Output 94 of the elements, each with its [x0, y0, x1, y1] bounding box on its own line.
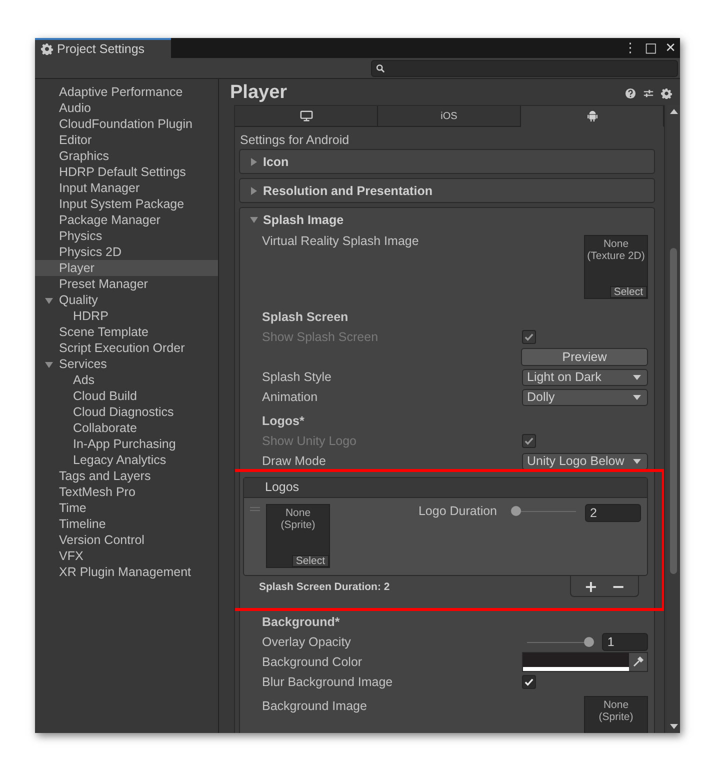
- expand-arrow-icon[interactable]: [45, 297, 53, 305]
- field-label: Logo Duration: [418, 504, 497, 519]
- sidebar-item[interactable]: Tags and Layers: [35, 468, 218, 484]
- sidebar-item[interactable]: Physics 2D: [35, 244, 218, 260]
- caret-icon: [633, 458, 641, 464]
- field-label: Background Color: [262, 654, 362, 671]
- sidebar-item[interactable]: Input System Package: [35, 196, 218, 212]
- sprite-slot[interactable]: None (Sprite) Select: [266, 504, 330, 568]
- expand-arrow-icon: [250, 216, 258, 224]
- duration-label: Splash Screen Duration: 2: [259, 580, 390, 595]
- scroll-up-icon[interactable]: [670, 109, 678, 114]
- monitor-icon: [300, 110, 312, 122]
- sidebar-item[interactable]: Player: [35, 260, 218, 276]
- platform-tab[interactable]: [235, 106, 378, 127]
- page-title: Player: [230, 82, 288, 104]
- expand-arrow-icon: [250, 186, 258, 194]
- sidebar-item[interactable]: Graphics: [35, 148, 218, 164]
- field-label: Virtual Reality Splash Image: [262, 233, 419, 250]
- dropdown[interactable]: Unity Logo Below: [522, 452, 648, 470]
- android-icon: [586, 110, 598, 122]
- help-icon[interactable]: [625, 88, 636, 98]
- slider-thumb[interactable]: [511, 506, 521, 516]
- sidebar-item[interactable]: Adaptive Performance: [35, 84, 218, 100]
- expand-arrow-icon[interactable]: [45, 361, 53, 369]
- list-header: Logos: [244, 478, 647, 498]
- sidebar-item[interactable]: Physics: [35, 228, 218, 244]
- sliders-icon[interactable]: [643, 88, 654, 98]
- sidebar-item[interactable]: Input Manager: [35, 180, 218, 196]
- platform-tab[interactable]: iOS: [378, 106, 521, 127]
- sidebar-item[interactable]: CloudFoundation Plugin: [35, 116, 218, 132]
- section-header[interactable]: Resolution and Presentation: [240, 179, 654, 202]
- group-heading: Logos*: [262, 413, 304, 430]
- number-field[interactable]: 2: [585, 504, 641, 522]
- sidebar-item[interactable]: Cloud Diagnostics: [35, 404, 218, 420]
- sidebar-item[interactable]: Package Manager: [35, 212, 218, 228]
- caret-icon: [633, 374, 641, 380]
- group-heading: Splash Screen: [262, 309, 348, 326]
- sidebar-item[interactable]: Timeline: [35, 516, 218, 532]
- window-title: Project Settings: [57, 42, 145, 56]
- sidebar-item[interactable]: XR Plugin Management: [35, 564, 218, 580]
- settings-icon[interactable]: [661, 88, 672, 98]
- sidebar-item[interactable]: In-App Purchasing: [35, 436, 218, 452]
- texture-slot[interactable]: None (Texture 2D) Select: [584, 235, 648, 299]
- field-label: Animation: [262, 389, 318, 406]
- select-button[interactable]: Select: [610, 286, 647, 298]
- select-button[interactable]: Select: [292, 555, 329, 567]
- slider-thumb[interactable]: [584, 636, 594, 646]
- scrollbar[interactable]: [667, 105, 680, 733]
- sidebar-item[interactable]: Ads: [35, 372, 218, 388]
- sidebar-item[interactable]: Scene Template: [35, 324, 218, 340]
- sidebar-item[interactable]: TextMesh Pro: [35, 484, 218, 500]
- window-tab[interactable]: Project Settings: [35, 38, 171, 58]
- sidebar-item[interactable]: Quality: [35, 292, 218, 308]
- field-label: Splash Style: [262, 369, 332, 386]
- color-field[interactable]: [522, 652, 648, 672]
- sidebar-item[interactable]: HDRP Default Settings: [35, 164, 218, 180]
- sidebar-item[interactable]: Version Control: [35, 532, 218, 548]
- checkbox[interactable]: [522, 675, 536, 689]
- search-field[interactable]: [371, 60, 678, 76]
- sidebar-item[interactable]: Legacy Analytics: [35, 452, 218, 468]
- sprite-slot[interactable]: None (Sprite): [584, 696, 648, 733]
- field-label: Background Image: [262, 698, 367, 715]
- sidebar-item[interactable]: Cloud Build: [35, 388, 218, 404]
- sidebar-item[interactable]: VFX: [35, 548, 218, 564]
- settings-heading: Settings for Android: [239, 132, 350, 149]
- dropdown[interactable]: Dolly: [522, 388, 648, 406]
- sidebar-item[interactable]: Services: [35, 356, 218, 372]
- eyedropper-icon[interactable]: [629, 653, 647, 671]
- sidebar-item[interactable]: Preset Manager: [35, 276, 218, 292]
- sidebar-item[interactable]: Script Execution Order: [35, 340, 218, 356]
- settings-icon: [41, 43, 53, 55]
- group-heading: Background*: [262, 614, 340, 631]
- field-label: Overlay Opacity: [262, 634, 351, 651]
- field-label: Draw Mode: [262, 453, 326, 470]
- sidebar-item[interactable]: HDRP: [35, 308, 218, 324]
- scroll-down-icon[interactable]: [670, 724, 678, 729]
- caret-icon: [633, 394, 641, 400]
- maximize-button[interactable]: □: [640, 40, 662, 56]
- section-header[interactable]: Icon: [240, 150, 654, 173]
- dropdown[interactable]: Light on Dark: [522, 368, 648, 386]
- expand-arrow-icon: [250, 158, 258, 166]
- number-field[interactable]: 1: [602, 633, 648, 651]
- sidebar-item[interactable]: Collaborate: [35, 420, 218, 436]
- sidebar-item[interactable]: Audio: [35, 100, 218, 116]
- section-header[interactable]: Splash Image: [240, 208, 654, 231]
- sidebar-item[interactable]: Editor: [35, 132, 218, 148]
- more-button[interactable]: ⋮: [620, 40, 641, 56]
- field-label: Blur Background Image: [262, 674, 393, 691]
- sidebar-item[interactable]: Time: [35, 500, 218, 516]
- preview-button[interactable]: Preview: [521, 348, 648, 366]
- search-icon: [376, 64, 385, 72]
- remove-button[interactable]: −: [606, 576, 630, 596]
- add-button[interactable]: +: [579, 576, 603, 596]
- close-button[interactable]: ✕: [661, 40, 680, 56]
